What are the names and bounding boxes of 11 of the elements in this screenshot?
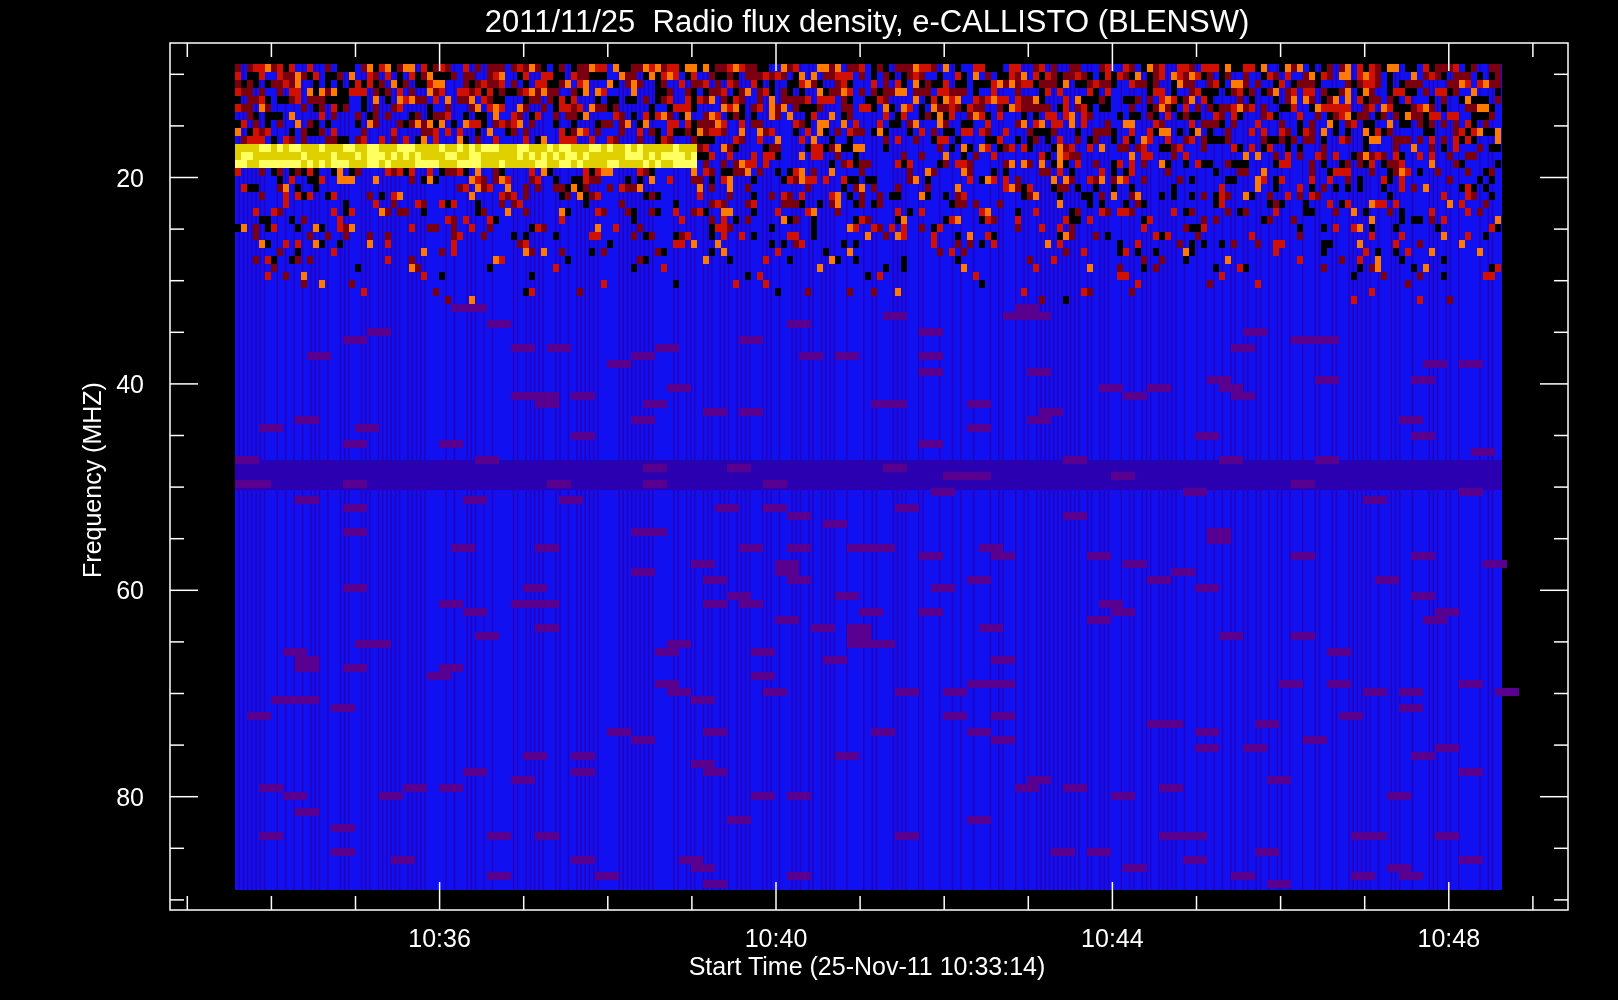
chart-title: 2011/11/25 Radio flux density, e-CALLISTO (BLENSW) [484, 4, 1250, 39]
axis-title: Frequency (MHZ) [78, 382, 106, 578]
tick-label: 10:48 [1417, 924, 1481, 952]
tick-label: 10:40 [744, 924, 808, 952]
tick-label: 20 [116, 163, 144, 192]
axis-title: Start Time (25-Nov-11 10:33:14) [688, 952, 1046, 980]
tick-label: 40 [116, 369, 144, 398]
tick-label: 10:36 [408, 924, 471, 952]
tick-label: 60 [116, 576, 144, 605]
tick-label: 10:44 [1081, 924, 1144, 952]
tick-label: 80 [116, 782, 144, 811]
